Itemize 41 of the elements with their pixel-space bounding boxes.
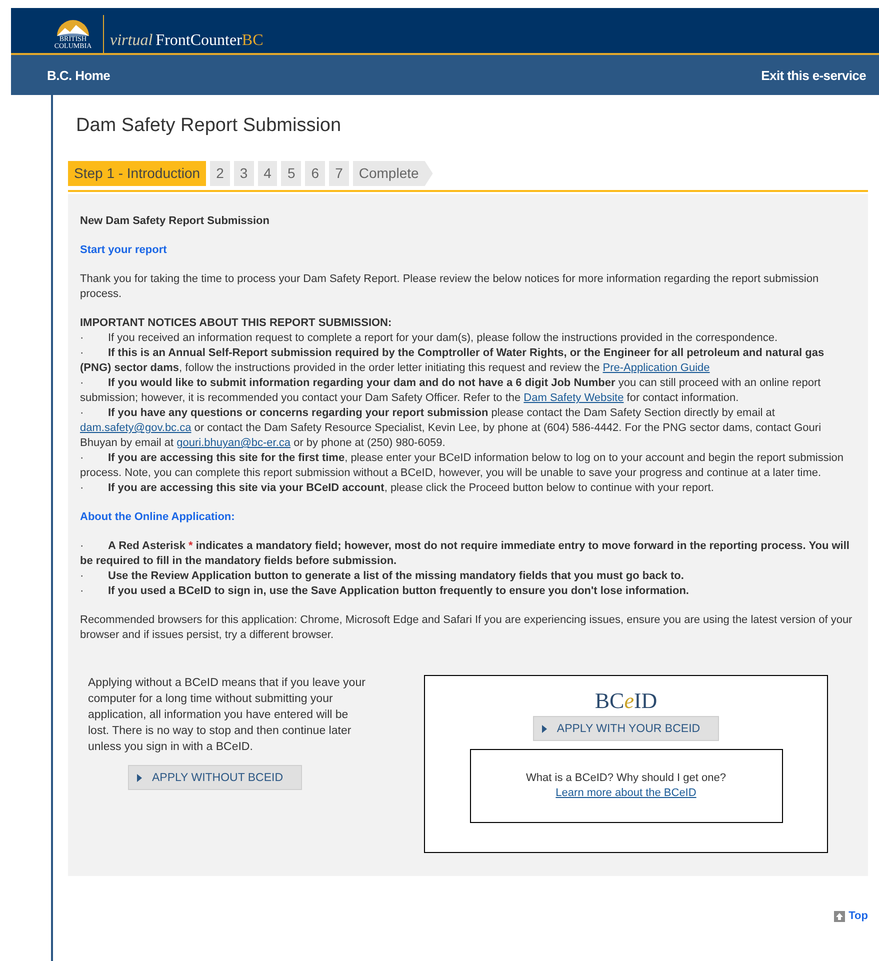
bceid-logo: BCeID	[594, 693, 658, 708]
step-tab[interactable]: 2	[210, 161, 230, 186]
notice-text: · If this is an Annual Self-Report submission required by the Comptroller of Water Rights, or the Engineer for all petroleum and natural gas (PNG) sector dams, follow the instructions provided in the order letter initiating this request and review the Pre-Application Guide	[80, 346, 826, 376]
apply-without-button[interactable]: APPLY WITHOUT BCEID	[128, 765, 302, 790]
triangle-icon	[542, 724, 547, 732]
home-link[interactable]: B.C. Home	[47, 68, 110, 82]
step-tab[interactable]: 5	[281, 161, 302, 186]
step-tab[interactable]: Complete	[352, 161, 433, 186]
section-heading: Start your report	[80, 243, 168, 258]
notice-text: · If you received an information request to complete a report for your dam(s), please follow the instructions provided in the correspondence.	[80, 331, 779, 346]
link[interactable]: Learn more about the BCeID	[556, 786, 696, 801]
notice-text: · A Red Asterisk * indicates a mandatory field; however, most do not require immediate entry to move forward in the reporting process. You will be required to fill in the mandatory fields before submission.	[80, 539, 850, 569]
page-title: Dam Safety Report Submission	[76, 115, 342, 137]
exit-link[interactable]: Exit this e-service	[761, 68, 866, 82]
notice-text: · If you are accessing this site via your BCeID account, please click the Proceed button below to continue with your report.	[80, 481, 715, 496]
apply-with-button[interactable]: APPLY WITH YOUR BCEID	[532, 716, 720, 741]
link[interactable]: Pre-Application Guide	[602, 362, 710, 374]
notices-heading: IMPORTANT NOTICES ABOUT THIS REPORT SUBMISSION:	[80, 316, 393, 331]
service-title: virtual FrontCounterBC	[110, 32, 264, 51]
notice-text: · If you used a BCeID to sign in, use the Save Application button frequently to ensure you don't lose information.	[80, 584, 690, 599]
notice-text: · If you would like to submit information regarding your dam and do not have a 6 digit Job Number you can still proceed with an online report submission; however, it is recommended you contact your Dam Safety Officer. Refer to the Dam Safety Website for contact information.	[80, 376, 822, 406]
without-bceid-text: Applying without a BCeID means that if you leave your computer for a long time without submitting your application, all information you have entered will be lost. There is no way to stop and then continue later unless you sign in with a BCeID.	[88, 676, 366, 755]
link[interactable]: gouri.bhuyan@bc-er.ca	[176, 437, 291, 449]
step-tab[interactable]: 7	[329, 161, 349, 186]
triangle-icon	[137, 774, 142, 782]
link[interactable]: Dam Safety Website	[524, 392, 624, 404]
browsers-text: Recommended browsers for this application: Chrome, Microsoft Edge and Safari If you are experiencing issues, ensure you are using the latest version of your browser and if issues persist, try a different browser.	[80, 613, 854, 643]
notice-text: · If you are accessing this site for the first time, please enter your BCeID information below to log on to your account and begin the report submission process. Note, you can complete this report submission without a BCeID, however, you will be unable to save your progress and continue at a later time.	[80, 451, 845, 481]
step-tab[interactable]: 6	[305, 161, 326, 186]
intro-text: Thank you for taking the time to process your Dam Safety Report. Please review the below notices for more information regarding the report submission process.	[80, 272, 820, 302]
step-tab[interactable]: 3	[234, 161, 254, 186]
notice-text: · If you have any questions or concerns regarding your report submission please contact the Dam Safety Section directly by email at dam.safety@gov.bc.ca or contact the Dam Safety Resource Specialist, Kevin Lee, by phone at (604) 586-4442. For the PNG sector dams, contact Gouri Bhuyan by email at gouri.bhuyan@bc-er.ca or by phone at (250) 980-6059.	[80, 406, 822, 451]
up-arrow-icon[interactable]	[834, 910, 845, 922]
notice-text: · Use the Review Application button to generate a list of the missing mandatory fields that you must go back to.	[80, 569, 685, 584]
step-tab[interactable]: Step 1 - Introduction	[68, 161, 206, 186]
link[interactable]: dam.safety@gov.bc.ca	[80, 422, 192, 434]
section-heading: About the Online Application:	[80, 510, 236, 525]
form-title: New Dam Safety Report Submission	[80, 214, 270, 229]
top-link[interactable]: Top	[848, 910, 868, 922]
step-tab[interactable]: 4	[258, 161, 278, 186]
info-text: What is a BCeID? Why should I get one?	[526, 771, 726, 786]
